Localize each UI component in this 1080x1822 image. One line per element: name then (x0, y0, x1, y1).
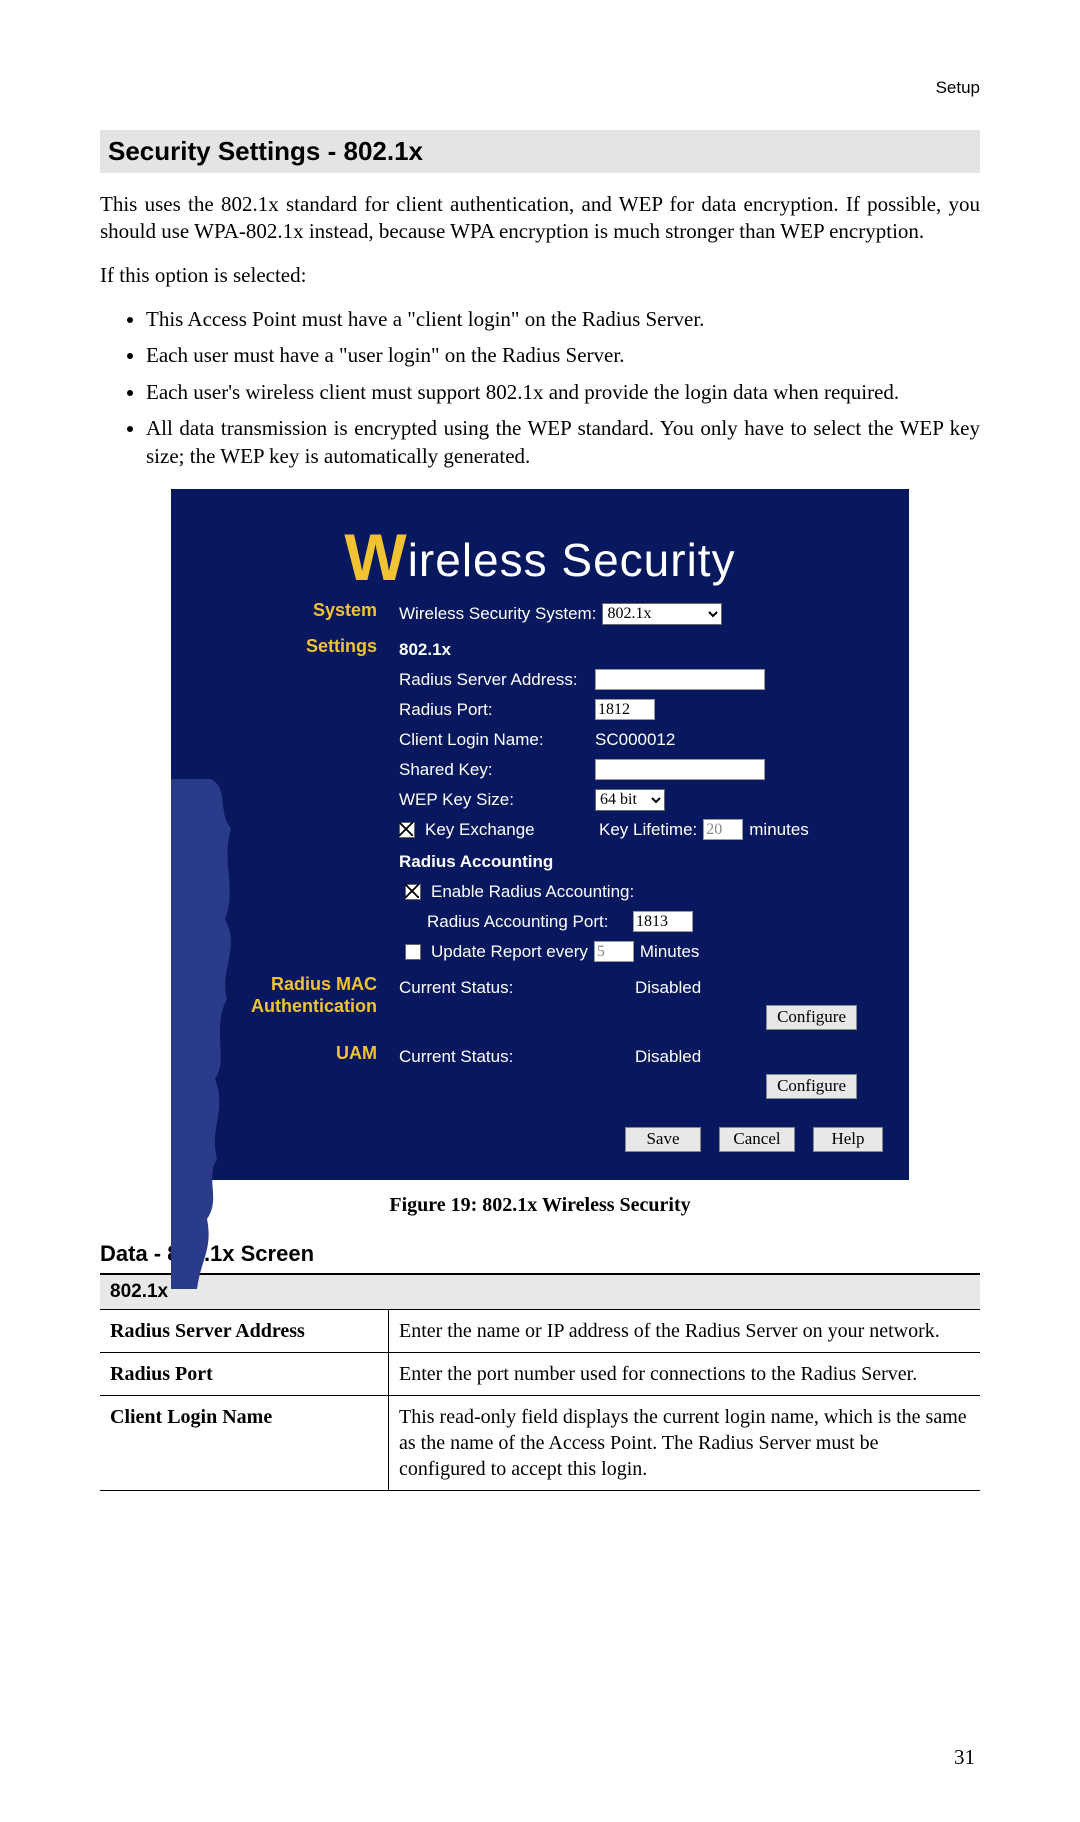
radius-mac-status-label: Current Status: (399, 973, 629, 1003)
shared-key-label: Shared Key: (399, 755, 589, 785)
figure-caption: Figure 19: 802.1x Wireless Security (100, 1194, 980, 1217)
enable-radius-accounting-label: Enable Radius Accounting: (431, 877, 634, 907)
bullet-list: This Access Point must have a "client lo… (100, 305, 980, 471)
table-cell-desc: Enter the name or IP address of the Radi… (389, 1309, 981, 1352)
key-exchange-label: Key Exchange (425, 815, 593, 845)
update-report-units: Minutes (640, 937, 700, 967)
radius-mac-configure-button[interactable]: Configure (766, 1005, 857, 1030)
radius-accounting-heading: Radius Accounting (399, 847, 553, 877)
if-selected-line: If this option is selected: (100, 262, 980, 289)
side-label-radius-mac-l1: Radius MAC (179, 973, 377, 996)
side-label-radius-mac: Radius MAC Authentication (179, 967, 389, 1030)
panel-title: Wireless Security (171, 489, 909, 599)
wep-key-size-select[interactable]: 64 bit (595, 789, 665, 811)
data-table: 802.1x Radius Server Address Enter the n… (100, 1273, 980, 1491)
setup-breadcrumb: Setup (936, 78, 980, 98)
radius-port-label: Radius Port: (399, 695, 589, 725)
security-system-select[interactable]: 802.1x (602, 603, 722, 625)
side-label-uam: UAM (179, 1030, 389, 1099)
table-row: Radius Port Enter the port number used f… (100, 1352, 980, 1395)
table-row: Client Login Name This read-only field d… (100, 1395, 980, 1490)
update-report-label: Update Report every (431, 937, 588, 967)
shared-key-input[interactable] (595, 759, 765, 780)
key-exchange-checkbox[interactable] (399, 822, 415, 838)
bullet-item: This Access Point must have a "client lo… (146, 305, 980, 333)
table-cell-desc: This read-only field displays the curren… (389, 1395, 981, 1490)
page-number: 31 (954, 1745, 975, 1770)
intro-paragraph: This uses the 802.1x standard for client… (100, 191, 980, 246)
data-table-header: 802.1x (100, 1274, 980, 1310)
update-report-input[interactable] (594, 941, 634, 962)
client-login-name-value: SC000012 (595, 725, 675, 755)
wep-key-size-label: WEP Key Size: (399, 785, 589, 815)
panel-title-w: W (344, 520, 407, 594)
cancel-button[interactable]: Cancel (719, 1127, 795, 1152)
section-title: Security Settings - 802.1x (100, 130, 980, 173)
client-login-name-label: Client Login Name: (399, 725, 589, 755)
radius-server-address-input[interactable] (595, 669, 765, 690)
key-lifetime-units: minutes (749, 815, 809, 845)
key-lifetime-input[interactable] (703, 819, 743, 840)
wireless-security-panel: Wireless Security System Wireless Securi… (171, 489, 909, 1180)
help-button[interactable]: Help (813, 1127, 883, 1152)
radius-port-input[interactable] (595, 699, 655, 720)
bullet-item: All data transmission is encrypted using… (146, 414, 980, 471)
panel-title-rest: ireless Security (408, 534, 736, 586)
table-cell-label: Client Login Name (100, 1395, 389, 1490)
table-row: Radius Server Address Enter the name or … (100, 1309, 980, 1352)
radius-accounting-port-input[interactable] (633, 911, 693, 932)
table-cell-label: Radius Server Address (100, 1309, 389, 1352)
radius-mac-status-value: Disabled (635, 973, 701, 1003)
bullet-item: Each user must have a "user login" on th… (146, 341, 980, 369)
save-button[interactable]: Save (625, 1127, 701, 1152)
security-system-label: Wireless Security System: (399, 599, 596, 629)
bullet-item: Each user's wireless client must support… (146, 378, 980, 406)
key-lifetime-label: Key Lifetime: (599, 815, 697, 845)
uam-configure-button[interactable]: Configure (766, 1074, 857, 1099)
settings-heading: 802.1x (399, 635, 451, 665)
uam-status-label: Current Status: (399, 1042, 629, 1072)
side-label-system: System (179, 599, 389, 629)
side-label-radius-mac-l2: Authentication (179, 995, 377, 1018)
radius-server-address-label: Radius Server Address: (399, 665, 589, 695)
data-screen-heading: Data - 802.1x Screen (100, 1241, 980, 1267)
table-cell-label: Radius Port (100, 1352, 389, 1395)
table-cell-desc: Enter the port number used for connectio… (389, 1352, 981, 1395)
radius-accounting-port-label: Radius Accounting Port: (427, 907, 627, 937)
side-label-settings: Settings (179, 629, 389, 967)
enable-radius-accounting-checkbox[interactable] (405, 884, 421, 900)
update-report-checkbox[interactable] (405, 944, 421, 960)
uam-status-value: Disabled (635, 1042, 701, 1072)
